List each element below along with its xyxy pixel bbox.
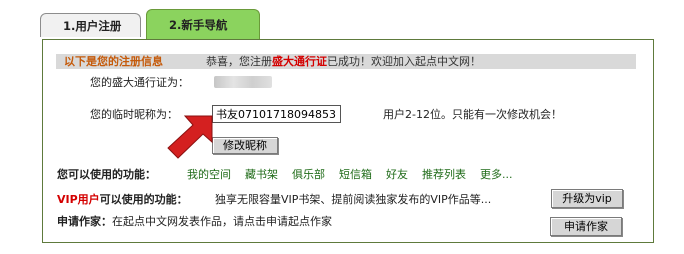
author-apply-text: 申请作家：在起点中文网发表作品，请点击申请起点作家	[57, 213, 332, 229]
tab-label: 1.用户注册	[63, 19, 122, 33]
author-description: 在起点中文网发表作品，请点击申请起点作家	[112, 215, 332, 228]
tab-newbie-guide[interactable]: 2.新手导航	[146, 9, 260, 40]
link-recommend-list[interactable]: 推荐列表	[422, 168, 466, 181]
info-header-title: 以下是您的注册信息	[64, 55, 163, 68]
link-my-space[interactable]: 我的空间	[187, 168, 231, 181]
nickname-input[interactable]	[212, 105, 341, 123]
success-message: 恭喜，您注册盛大通行证已成功！欢迎加入起点中文网！	[206, 55, 481, 68]
success-message-suffix: 已成功！欢迎加入起点中文网！	[327, 55, 481, 68]
link-inbox[interactable]: 短信箱	[339, 168, 372, 181]
modify-nickname-button[interactable]: 修改昵称	[212, 137, 278, 154]
vip-description: 独享无限容量VIP书架、提前阅读独家发布的VIP作品等...	[215, 193, 492, 206]
account-value-masked	[214, 76, 272, 88]
vip-label-rest: 可以使用的功能：	[99, 193, 188, 206]
success-message-prefix: 恭喜，您注册	[206, 55, 272, 68]
link-more[interactable]: 更多...	[480, 168, 513, 181]
vip-functions-label: VIP用户可以使用的功能：	[57, 191, 188, 207]
account-label: 您的盛大通行证为：	[90, 76, 189, 89]
success-message-highlight: 盛大通行证	[272, 55, 327, 68]
upgrade-vip-button[interactable]: 升级为vip	[551, 189, 623, 208]
functions-label: 您可以使用的功能：	[57, 168, 156, 181]
nickname-hint: 用户2-12位。只能有一次修改机会！	[383, 108, 562, 121]
nickname-label: 您的临时昵称为：	[90, 108, 178, 121]
red-arrow-icon	[167, 115, 213, 159]
link-bookshelf[interactable]: 藏书架	[245, 168, 278, 181]
function-links: 我的空间 藏书架 俱乐部 短信箱 好友 推荐列表 更多...	[187, 166, 527, 182]
apply-author-button[interactable]: 申请作家	[550, 217, 622, 236]
link-friends[interactable]: 好友	[386, 168, 408, 181]
tab-user-register[interactable]: 1.用户注册	[40, 13, 141, 37]
vip-label-red: VIP用户	[57, 193, 100, 206]
tab-label: 2.新手导航	[169, 18, 228, 32]
author-label: 申请作家：	[57, 215, 112, 228]
link-club[interactable]: 俱乐部	[292, 168, 325, 181]
